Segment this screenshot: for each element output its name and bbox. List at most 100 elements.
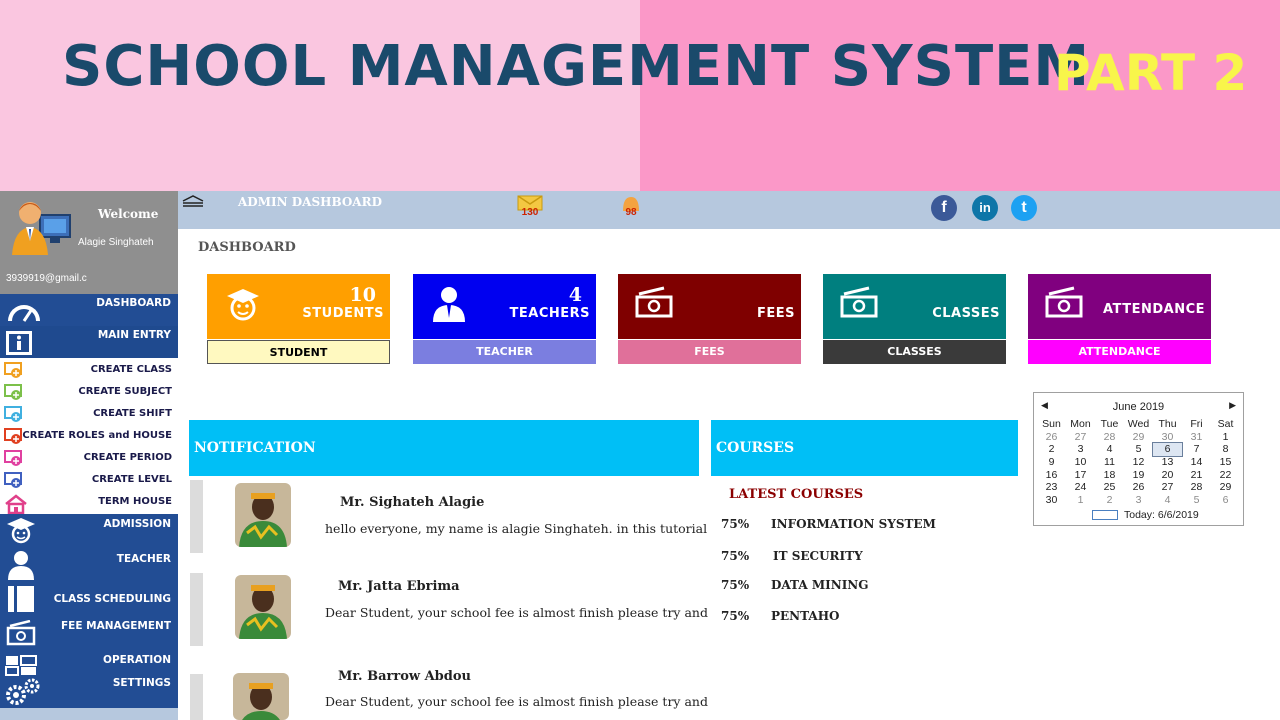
calendar-today-row[interactable]: Today: 6/6/2019 bbox=[1092, 509, 1199, 521]
sidebar-item-label: FEE MANAGEMENT bbox=[60, 620, 171, 632]
calendar-day[interactable]: 22 bbox=[1211, 469, 1240, 482]
add-icon bbox=[4, 472, 22, 488]
sidebar-subitem-create-subject[interactable]: CREATE SUBJECT bbox=[0, 382, 178, 404]
calendar-day[interactable]: 1 bbox=[1211, 431, 1240, 444]
sidebar-subitem-label: CREATE SHIFT bbox=[93, 408, 172, 419]
calendar-day[interactable]: 14 bbox=[1182, 456, 1211, 469]
today-marker-icon bbox=[1092, 510, 1118, 521]
sidebar-subitem-create-period[interactable]: CREATE PERIOD bbox=[0, 448, 178, 470]
course-name[interactable]: DATA MINING bbox=[771, 578, 869, 592]
classes-footer-button[interactable]: CLASSES bbox=[823, 340, 1006, 364]
sidebar-subitem-create-class[interactable]: CREATE CLASS bbox=[0, 360, 178, 382]
calendar-day-of-week: Wed bbox=[1127, 418, 1150, 430]
calendar-widget[interactable]: ◀ June 2019 ▶ Sun Mon Tue Wed Thu Fri Sat 26 27 2… bbox=[1033, 392, 1244, 526]
calendar-day[interactable]: 5 bbox=[1182, 494, 1211, 507]
bell-notification[interactable]: 98 bbox=[619, 195, 643, 223]
calendar-day[interactable]: 6 bbox=[1211, 494, 1240, 507]
calendar-day[interactable]: 29 bbox=[1211, 481, 1240, 494]
grid-icon bbox=[5, 655, 37, 676]
calendar-day[interactable]: 28 bbox=[1095, 431, 1124, 444]
profile-email: 3939919@gmail.c bbox=[6, 273, 87, 284]
topbar-title: ADMIN DASHBOARD bbox=[238, 195, 382, 209]
calendar-day[interactable]: 10 bbox=[1066, 456, 1095, 469]
calendar-day[interactable]: 2 bbox=[1095, 494, 1124, 507]
money-icon bbox=[6, 620, 36, 646]
calendar-day[interactable]: 27 bbox=[1066, 431, 1095, 444]
course-name[interactable]: IT SECURITY bbox=[773, 549, 863, 563]
hamburger-menu-icon[interactable] bbox=[181, 195, 205, 207]
calendar-day[interactable]: 1 bbox=[1066, 494, 1095, 507]
admin-avatar-icon bbox=[12, 202, 71, 255]
sidebar-subitem-create-level[interactable]: CREATE LEVEL bbox=[0, 470, 178, 492]
teacher-footer-button[interactable]: TEACHER bbox=[413, 340, 596, 364]
sidebar-item-main-entry[interactable]: MAIN ENTRY bbox=[0, 326, 178, 358]
calendar-day[interactable]: 18 bbox=[1095, 469, 1124, 482]
attendance-footer-button[interactable]: ATTENDANCE bbox=[1028, 340, 1211, 364]
calendar-day[interactable]: 27 bbox=[1153, 481, 1182, 494]
fees-card[interactable]: FEES bbox=[618, 274, 801, 339]
notification-avatar bbox=[233, 673, 289, 720]
mail-notification[interactable]: 130 bbox=[516, 195, 544, 223]
calendar-day[interactable]: 29 bbox=[1124, 431, 1153, 444]
sidebar-item-admission[interactable]: ADMISSION bbox=[0, 514, 178, 548]
sidebar-subitem-term-house[interactable]: TERM HOUSE bbox=[0, 492, 178, 514]
calendar-day[interactable]: 23 bbox=[1037, 481, 1066, 494]
calendar-day[interactable]: 12 bbox=[1124, 456, 1153, 469]
calendar-day[interactable]: 26 bbox=[1124, 481, 1153, 494]
calendar-day[interactable]: 5 bbox=[1124, 443, 1153, 456]
twitter-icon[interactable]: t bbox=[1011, 195, 1037, 221]
course-percent: 75% bbox=[721, 609, 750, 623]
calendar-day[interactable]: 2 bbox=[1037, 443, 1066, 456]
teachers-card[interactable]: 4 TEACHERS bbox=[413, 274, 596, 339]
calendar-day[interactable]: 6 bbox=[1152, 442, 1183, 458]
calendar-day[interactable]: 8 bbox=[1211, 443, 1240, 456]
course-name[interactable]: PENTAHO bbox=[771, 609, 840, 623]
calendar-day[interactable]: 15 bbox=[1211, 456, 1240, 469]
fees-footer-button[interactable]: FEES bbox=[618, 340, 801, 364]
sidebar-item-fee-management[interactable]: FEE MANAGEMENT bbox=[0, 616, 178, 650]
calendar-day[interactable]: 3 bbox=[1066, 443, 1095, 456]
sidebar-item-label: CLASS SCHEDULING bbox=[53, 593, 171, 605]
calendar-day-of-week: Sat bbox=[1217, 418, 1234, 430]
calendar-next-month-icon[interactable]: ▶ bbox=[1229, 400, 1236, 411]
sidebar-item-dashboard[interactable]: DASHBOARD bbox=[0, 294, 178, 326]
calendar-day[interactable]: 7 bbox=[1182, 443, 1211, 456]
student-footer-button[interactable]: STUDENT bbox=[207, 340, 390, 364]
calendar-day[interactable]: 3 bbox=[1124, 494, 1153, 507]
calendar-day[interactable]: 19 bbox=[1124, 469, 1153, 482]
calendar-day[interactable]: 31 bbox=[1182, 431, 1211, 444]
calendar-day[interactable]: 30 bbox=[1153, 431, 1182, 444]
sidebar-subitem-create-shift[interactable]: CREATE SHIFT bbox=[0, 404, 178, 426]
calendar-day[interactable]: 24 bbox=[1066, 481, 1095, 494]
sidebar-subitem-create-roles-and-house[interactable]: CREATE ROLES and HOUSE bbox=[0, 426, 178, 448]
attendance-card[interactable]: ATTENDANCE bbox=[1028, 274, 1211, 339]
sidebar-item-settings[interactable]: SETTINGS bbox=[113, 677, 171, 689]
linkedin-icon[interactable]: in bbox=[972, 195, 998, 221]
course-name[interactable]: INFORMATION SYSTEM bbox=[771, 517, 936, 531]
calendar-day[interactable]: 11 bbox=[1095, 456, 1124, 469]
calendar-day[interactable]: 9 bbox=[1037, 456, 1066, 469]
calendar-day[interactable]: 28 bbox=[1182, 481, 1211, 494]
calendar-day[interactable]: 4 bbox=[1153, 494, 1182, 507]
sidebar-item-label: TEACHER bbox=[116, 553, 171, 565]
sidebar-subitem-label: CREATE CLASS bbox=[90, 364, 172, 375]
calendar-day[interactable]: 30 bbox=[1037, 494, 1066, 507]
calendar-day[interactable]: 13 bbox=[1153, 456, 1182, 469]
sidebar-item-teacher[interactable]: TEACHER bbox=[0, 548, 178, 582]
sidebar-subitem-label: CREATE LEVEL bbox=[91, 474, 172, 485]
calendar-day-of-week: Thu bbox=[1158, 418, 1177, 430]
calendar-day[interactable]: 17 bbox=[1066, 469, 1095, 482]
course-percent: 75% bbox=[721, 517, 750, 531]
students-card[interactable]: 10 STUDENTS bbox=[207, 274, 390, 339]
students-caption: STUDENTS bbox=[302, 306, 384, 321]
classes-card[interactable]: CLASSES bbox=[823, 274, 1006, 339]
calendar-day[interactable]: 26 bbox=[1037, 431, 1066, 444]
sidebar-item-operation[interactable]: OPERATION SETTINGS bbox=[0, 650, 178, 708]
facebook-icon[interactable]: f bbox=[931, 195, 957, 221]
calendar-day[interactable]: 20 bbox=[1153, 469, 1182, 482]
calendar-day[interactable]: 16 bbox=[1037, 469, 1066, 482]
calendar-day[interactable]: 21 bbox=[1182, 469, 1211, 482]
calendar-day[interactable]: 4 bbox=[1095, 443, 1124, 456]
calendar-day[interactable]: 25 bbox=[1095, 481, 1124, 494]
sidebar-item-class-scheduling[interactable]: CLASS SCHEDULING bbox=[0, 582, 178, 616]
